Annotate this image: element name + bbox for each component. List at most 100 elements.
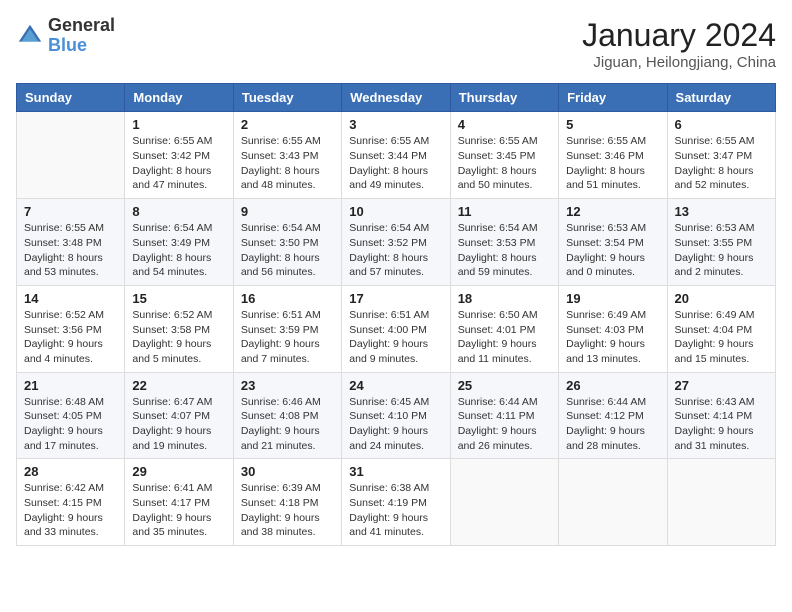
calendar-cell: 14Sunrise: 6:52 AMSunset: 3:56 PMDayligh… [17,285,125,372]
day-number: 10 [349,204,442,219]
day-info: Sunrise: 6:54 AMSunset: 3:49 PMDaylight:… [132,221,225,280]
day-info: Sunrise: 6:41 AMSunset: 4:17 PMDaylight:… [132,481,225,540]
calendar-cell [450,459,558,546]
weekday-header-sunday: Sunday [17,84,125,112]
calendar-cell: 17 Sunrise: 6:51 AMSunset: 4:00 PMDayligh… [342,285,450,372]
day-info: Sunrise: 6:54 AMSunset: 3:52 PMDaylight:… [349,221,442,280]
calendar-table: SundayMondayTuesdayWednesdayThursdayFrid… [16,83,776,546]
calendar-cell: 12 Sunrise: 6:53 AMSunset: 3:54 PMDayligh… [559,199,667,286]
calendar-title: January 2024 [582,16,776,54]
day-info: Sunrise: 6:51 AMSunset: 4:00 PMDaylight:… [349,308,442,367]
calendar-cell: 16Sunrise: 6:51 AMSunset: 3:59 PMDayligh… [233,285,341,372]
calendar-cell: 28 Sunrise: 6:42 AMSunset: 4:15 PMDayligh… [17,459,125,546]
calendar-cell: 26 Sunrise: 6:44 AMSunset: 4:12 PMDayligh… [559,372,667,459]
calendar-location: Jiguan, Heilongjiang, China [582,54,776,71]
day-info: Sunrise: 6:52 AMSunset: 3:58 PMDaylight:… [132,308,225,367]
day-info: Sunrise: 6:39 AMSunset: 4:18 PMDaylight:… [241,481,334,540]
calendar-cell: 20Sunrise: 6:49 AMSunset: 4:04 PMDayligh… [667,285,775,372]
day-number: 9 [241,204,334,219]
day-number: 23 [241,378,334,393]
day-info: Sunrise: 6:50 AMSunset: 4:01 PMDaylight:… [458,308,551,367]
day-number: 2 [241,117,334,132]
calendar-cell: 23 Sunrise: 6:46 AMSunset: 4:08 PMDayligh… [233,372,341,459]
day-number: 31 [349,464,442,479]
day-number: 1 [132,117,225,132]
calendar-week-row: 28 Sunrise: 6:42 AMSunset: 4:15 PMDayligh… [17,459,776,546]
calendar-cell: 5Sunrise: 6:55 AMSunset: 3:46 PMDaylight… [559,112,667,199]
day-info: Sunrise: 6:44 AMSunset: 4:11 PMDaylight:… [458,395,551,454]
logo-text: General Blue [48,16,115,56]
weekday-header-thursday: Thursday [450,84,558,112]
calendar-week-row: 21 Sunrise: 6:48 AMSunset: 4:05 PMDayligh… [17,372,776,459]
day-info: Sunrise: 6:49 AMSunset: 4:03 PMDaylight:… [566,308,659,367]
day-number: 8 [132,204,225,219]
page-header: General Blue January 2024 Jiguan, Heilon… [16,16,776,71]
calendar-cell: 8 Sunrise: 6:54 AMSunset: 3:49 PMDaylight… [125,199,233,286]
day-number: 7 [24,204,117,219]
day-number: 11 [458,204,551,219]
day-number: 13 [675,204,768,219]
day-info: Sunrise: 6:44 AMSunset: 4:12 PMDaylight:… [566,395,659,454]
day-info: Sunrise: 6:45 AMSunset: 4:10 PMDaylight:… [349,395,442,454]
logo: General Blue [16,16,115,56]
day-number: 17 [349,291,442,306]
calendar-cell: 30Sunrise: 6:39 AMSunset: 4:18 PMDayligh… [233,459,341,546]
calendar-cell: 22Sunrise: 6:47 AMSunset: 4:07 PMDayligh… [125,372,233,459]
calendar-week-row: 14Sunrise: 6:52 AMSunset: 3:56 PMDayligh… [17,285,776,372]
day-info: Sunrise: 6:38 AMSunset: 4:19 PMDaylight:… [349,481,442,540]
day-number: 15 [132,291,225,306]
day-info: Sunrise: 6:54 AMSunset: 3:50 PMDaylight:… [241,221,334,280]
day-info: Sunrise: 6:46 AMSunset: 4:08 PMDaylight:… [241,395,334,454]
day-info: Sunrise: 6:52 AMSunset: 3:56 PMDaylight:… [24,308,117,367]
day-info: Sunrise: 6:48 AMSunset: 4:05 PMDaylight:… [24,395,117,454]
calendar-cell: 4Sunrise: 6:55 AMSunset: 3:45 PMDaylight… [450,112,558,199]
weekday-header-friday: Friday [559,84,667,112]
day-number: 26 [566,378,659,393]
day-number: 18 [458,291,551,306]
calendar-week-row: 1 Sunrise: 6:55 AMSunset: 3:42 PMDaylight… [17,112,776,199]
calendar-cell: 7 Sunrise: 6:55 AMSunset: 3:48 PMDaylight… [17,199,125,286]
calendar-cell: 27 Sunrise: 6:43 AMSunset: 4:14 PMDayligh… [667,372,775,459]
day-info: Sunrise: 6:42 AMSunset: 4:15 PMDaylight:… [24,481,117,540]
weekday-header-monday: Monday [125,84,233,112]
day-number: 16 [241,291,334,306]
day-number: 21 [24,378,117,393]
calendar-cell: 13 Sunrise: 6:53 AMSunset: 3:55 PMDayligh… [667,199,775,286]
calendar-cell: 29Sunrise: 6:41 AMSunset: 4:17 PMDayligh… [125,459,233,546]
day-number: 5 [566,117,659,132]
day-info: Sunrise: 6:55 AMSunset: 3:42 PMDaylight:… [132,134,225,193]
calendar-week-row: 7 Sunrise: 6:55 AMSunset: 3:48 PMDaylight… [17,199,776,286]
day-info: Sunrise: 6:55 AMSunset: 3:47 PMDaylight:… [675,134,768,193]
calendar-cell: 11 Sunrise: 6:54 AMSunset: 3:53 PMDayligh… [450,199,558,286]
calendar-cell [667,459,775,546]
calendar-cell: 24 Sunrise: 6:45 AMSunset: 4:10 PMDayligh… [342,372,450,459]
calendar-cell: 3 Sunrise: 6:55 AMSunset: 3:44 PMDaylight… [342,112,450,199]
weekday-header-wednesday: Wednesday [342,84,450,112]
weekday-header-tuesday: Tuesday [233,84,341,112]
day-info: Sunrise: 6:49 AMSunset: 4:04 PMDaylight:… [675,308,768,367]
day-info: Sunrise: 6:55 AMSunset: 3:48 PMDaylight:… [24,221,117,280]
day-info: Sunrise: 6:55 AMSunset: 3:44 PMDaylight:… [349,134,442,193]
day-number: 19 [566,291,659,306]
calendar-cell: 31 Sunrise: 6:38 AMSunset: 4:19 PMDayligh… [342,459,450,546]
day-info: Sunrise: 6:53 AMSunset: 3:55 PMDaylight:… [675,221,768,280]
day-number: 12 [566,204,659,219]
calendar-cell: 9 Sunrise: 6:54 AMSunset: 3:50 PMDaylight… [233,199,341,286]
day-info: Sunrise: 6:54 AMSunset: 3:53 PMDaylight:… [458,221,551,280]
day-info: Sunrise: 6:43 AMSunset: 4:14 PMDaylight:… [675,395,768,454]
day-number: 24 [349,378,442,393]
day-number: 6 [675,117,768,132]
calendar-cell: 19 Sunrise: 6:49 AMSunset: 4:03 PMDayligh… [559,285,667,372]
day-number: 27 [675,378,768,393]
logo-icon [16,22,44,50]
weekday-header-row: SundayMondayTuesdayWednesdayThursdayFrid… [17,84,776,112]
calendar-cell: 21 Sunrise: 6:48 AMSunset: 4:05 PMDayligh… [17,372,125,459]
day-number: 25 [458,378,551,393]
day-info: Sunrise: 6:55 AMSunset: 3:43 PMDaylight:… [241,134,334,193]
day-number: 3 [349,117,442,132]
day-number: 28 [24,464,117,479]
day-info: Sunrise: 6:53 AMSunset: 3:54 PMDaylight:… [566,221,659,280]
title-block: January 2024 Jiguan, Heilongjiang, China [582,16,776,71]
calendar-cell: 1 Sunrise: 6:55 AMSunset: 3:42 PMDaylight… [125,112,233,199]
weekday-header-saturday: Saturday [667,84,775,112]
